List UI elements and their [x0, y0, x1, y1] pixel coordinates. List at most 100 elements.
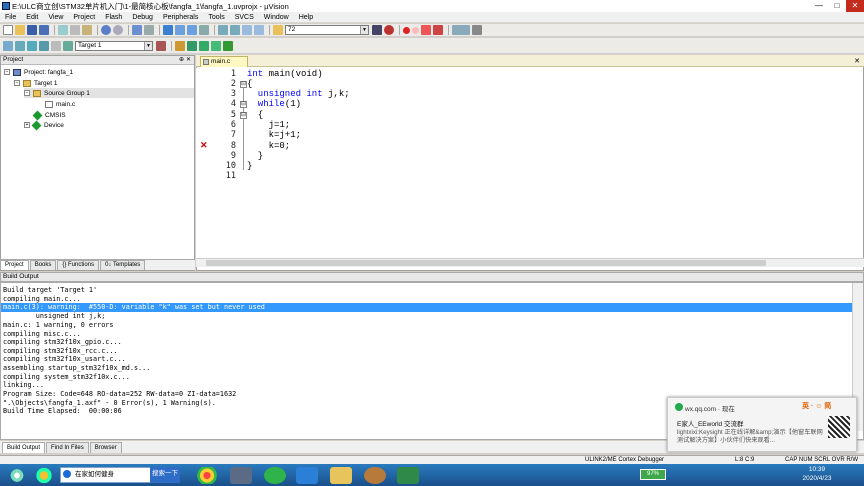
360-browser-icon[interactable]: [264, 467, 286, 484]
target-options-icon[interactable]: [156, 40, 166, 51]
wechat-notification[interactable]: wx.qq.com · 现在 英 · ☺ 简 E家人_EEworld 交流群 l…: [667, 397, 857, 452]
tree-item-main-c[interactable]: main.c: [45, 99, 75, 109]
editor-horizontal-scrollbar[interactable]: [196, 258, 864, 267]
new-file-icon[interactable]: [3, 25, 13, 35]
incremental-find-icon[interactable]: [372, 25, 382, 35]
menu-flash[interactable]: Flash: [100, 14, 127, 21]
find-in-files-icon[interactable]: [273, 25, 283, 35]
tab-find-in-files[interactable]: Find In Files: [46, 442, 89, 453]
close-button[interactable]: ✕: [846, 0, 864, 12]
fold-toggle-icon[interactable]: ⊟: [240, 81, 247, 88]
debug-session-icon[interactable]: [384, 25, 394, 35]
redo-icon[interactable]: [113, 25, 123, 35]
tab-project[interactable]: Project: [0, 260, 29, 270]
bookmark-icon[interactable]: [163, 25, 173, 35]
batch-build-icon[interactable]: [39, 40, 49, 51]
configure-icon[interactable]: [472, 25, 482, 35]
pin-icon[interactable]: ⊕: [179, 56, 184, 64]
menu-view[interactable]: View: [43, 14, 68, 21]
translate-icon[interactable]: [3, 40, 13, 51]
download-icon[interactable]: [63, 40, 73, 51]
save-all-icon[interactable]: [39, 25, 49, 35]
monitor-app-icon[interactable]: [230, 467, 252, 484]
menu-debug[interactable]: Debug: [127, 14, 158, 21]
file-extensions-icon[interactable]: [175, 40, 185, 51]
collapse-icon[interactable]: −: [14, 80, 20, 86]
indent-icon[interactable]: [218, 25, 228, 35]
find-combo[interactable]: 72 ▼: [285, 25, 369, 35]
windows-logo-icon[interactable]: [33, 467, 55, 484]
stop-build-icon[interactable]: [51, 40, 61, 51]
chevron-down-icon[interactable]: ▼: [360, 26, 368, 34]
tree-item-project[interactable]: − Project: fangfa_1: [4, 67, 73, 77]
clear-bookmarks-icon[interactable]: [199, 25, 209, 35]
menu-tools[interactable]: Tools: [203, 14, 229, 21]
tab-main-c[interactable]: main.c: [200, 56, 248, 67]
menu-file[interactable]: File: [0, 14, 21, 21]
close-icon[interactable]: ✕: [186, 56, 191, 64]
keil-uvision-icon[interactable]: [397, 467, 419, 484]
expand-icon[interactable]: +: [24, 122, 30, 128]
tab-browser[interactable]: Browser: [89, 442, 122, 453]
taskbar-clock[interactable]: 10:39 2020/4/23: [792, 465, 842, 485]
tree-item-target[interactable]: − Target 1: [14, 78, 58, 88]
select-packs-icon[interactable]: [211, 40, 221, 51]
collapse-icon[interactable]: −: [4, 69, 10, 75]
comment-icon[interactable]: [242, 25, 252, 35]
fold-toggle-icon[interactable]: ⊟: [240, 112, 247, 119]
window-layout-icon[interactable]: [452, 25, 470, 35]
run-time-env-icon[interactable]: [223, 40, 233, 51]
scrollbar-thumb[interactable]: [206, 260, 766, 266]
chevron-down-icon[interactable]: ▼: [144, 41, 152, 50]
tab-functions[interactable]: {} Functions: [57, 260, 100, 270]
paste-icon[interactable]: [82, 25, 92, 35]
rebuild-icon[interactable]: [27, 40, 37, 51]
menu-svcs[interactable]: SVCS: [230, 14, 259, 21]
manage-components-icon[interactable]: [187, 40, 197, 51]
tree-item-source-group[interactable]: − Source Group 1: [24, 88, 194, 98]
fold-toggle-icon[interactable]: ⊟: [240, 101, 247, 108]
file-explorer-icon[interactable]: [330, 467, 352, 484]
search-button[interactable]: 搜索一下: [150, 467, 180, 483]
input-method-indicator[interactable]: 英 · ☺ 简: [802, 401, 831, 411]
bear-app-icon[interactable]: [364, 467, 386, 484]
menu-peripherals[interactable]: Peripherals: [158, 14, 203, 21]
copy-icon[interactable]: [70, 25, 80, 35]
collapse-icon[interactable]: −: [24, 90, 30, 96]
build-icon[interactable]: [15, 40, 25, 51]
tree-item-cmsis[interactable]: CMSIS: [32, 110, 66, 120]
tree-item-device[interactable]: + Device: [24, 120, 64, 130]
menu-window[interactable]: Window: [259, 14, 294, 21]
insert-breakpoint-icon[interactable]: [403, 26, 410, 34]
next-bookmark-icon[interactable]: [187, 25, 197, 35]
outdent-icon[interactable]: [230, 25, 240, 35]
save-icon[interactable]: [27, 25, 37, 35]
open-folder-icon[interactable]: [15, 25, 25, 35]
chrome-icon[interactable]: [196, 467, 218, 484]
minimize-button[interactable]: —: [810, 0, 828, 12]
prev-bookmark-icon[interactable]: [175, 25, 185, 35]
start-button-icon[interactable]: [6, 467, 28, 484]
target-select[interactable]: Target 1 ▼: [75, 40, 153, 51]
menu-help[interactable]: Help: [294, 14, 318, 21]
tab-books[interactable]: Books: [29, 260, 57, 270]
pack-installer-icon[interactable]: [199, 40, 209, 51]
battery-indicator[interactable]: 97%: [640, 469, 666, 480]
disable-breakpoints-icon[interactable]: [421, 25, 431, 35]
menu-project[interactable]: Project: [68, 14, 100, 21]
tab-build-output[interactable]: Build Output: [2, 442, 46, 453]
editor-pane[interactable]: [196, 55, 864, 271]
uncomment-icon[interactable]: [254, 25, 264, 35]
enable-breakpoint-icon[interactable]: [412, 26, 419, 34]
undo-icon[interactable]: [101, 25, 111, 35]
cut-icon[interactable]: [58, 25, 68, 35]
maximize-button[interactable]: □: [828, 0, 846, 12]
security-app-icon[interactable]: [296, 467, 318, 484]
tab-templates[interactable]: 0↓ Templates: [100, 260, 146, 270]
kill-breakpoints-icon[interactable]: [433, 25, 443, 35]
nav-back-icon[interactable]: [132, 25, 142, 35]
close-editor-icon[interactable]: ✕: [854, 57, 860, 65]
nav-forward-icon[interactable]: [144, 25, 154, 35]
output-line-warning[interactable]: main.c(3): warning: #550-D: variable "k"…: [3, 303, 265, 311]
menu-edit[interactable]: Edit: [21, 14, 43, 21]
